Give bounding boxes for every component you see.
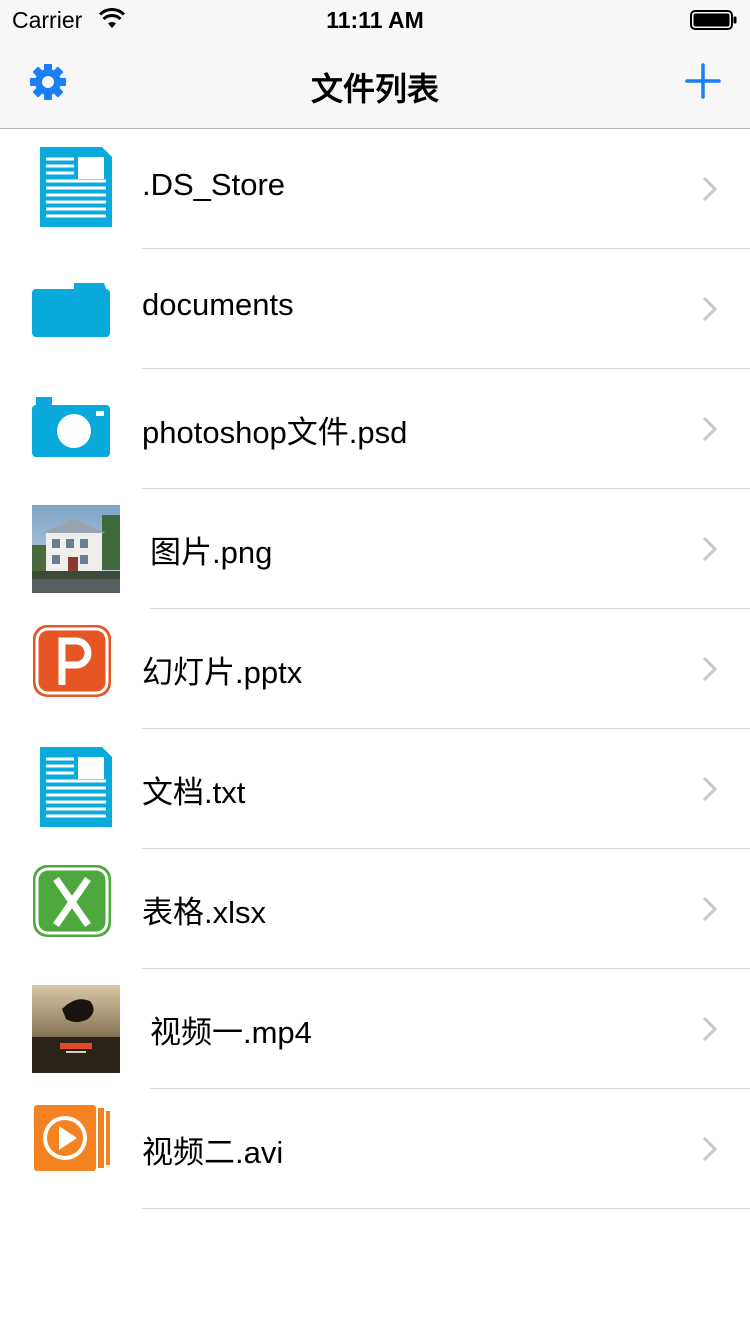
file-row[interactable]: 表格.xlsx — [0, 849, 750, 969]
file-row[interactable]: photoshop文件.psd — [0, 369, 750, 489]
document-icon — [40, 747, 112, 827]
file-row[interactable]: 视频一.mp4 — [0, 969, 750, 1089]
chevron-right-icon — [702, 296, 718, 322]
file-name: 视频一.mp4 — [150, 1015, 312, 1050]
file-name: photoshop文件.psd — [142, 415, 408, 450]
file-name: documents — [142, 287, 294, 322]
file-list: .DS_Store documents photoshop文件.psd 图片.p… — [0, 129, 750, 1209]
battery-icon — [690, 10, 737, 30]
chevron-right-icon — [702, 1136, 718, 1162]
file-row[interactable]: 幻灯片.pptx — [0, 609, 750, 729]
chevron-right-icon — [702, 776, 718, 802]
video-play-icon — [34, 1105, 110, 1171]
video-thumbnail — [32, 985, 120, 1073]
file-name: 幻灯片.pptx — [142, 655, 303, 690]
chevron-right-icon — [702, 416, 718, 442]
status-bar: Carrier 11:11 AM — [0, 0, 750, 40]
file-row[interactable]: 图片.png — [0, 489, 750, 609]
chevron-right-icon — [702, 536, 718, 562]
camera-icon — [32, 397, 110, 457]
file-row[interactable]: 文档.txt — [0, 729, 750, 849]
document-icon — [40, 147, 112, 227]
chevron-right-icon — [702, 1016, 718, 1042]
navigation-bar: 文件列表 — [0, 40, 750, 128]
file-name: 文档.txt — [142, 775, 246, 810]
page-title: 文件列表 — [310, 70, 439, 108]
file-name: 表格.xlsx — [142, 895, 266, 930]
status-time: 11:11 AM — [326, 7, 424, 33]
excel-icon — [33, 865, 111, 937]
add-icon[interactable] — [684, 62, 722, 100]
top-bar: Carrier 11:11 AM 文件列表 — [0, 0, 750, 129]
file-name: 图片.png — [150, 535, 273, 570]
chevron-right-icon — [702, 656, 718, 682]
file-name: 视频二.avi — [142, 1135, 284, 1170]
chevron-right-icon — [702, 896, 718, 922]
powerpoint-icon — [33, 625, 111, 697]
folder-icon — [32, 283, 110, 337]
file-row[interactable]: 视频二.avi — [0, 1089, 750, 1209]
file-row[interactable]: documents — [0, 249, 750, 369]
image-thumbnail — [32, 505, 120, 593]
file-row[interactable]: .DS_Store — [0, 129, 750, 249]
file-name: .DS_Store — [142, 167, 286, 202]
chevron-right-icon — [702, 176, 718, 202]
